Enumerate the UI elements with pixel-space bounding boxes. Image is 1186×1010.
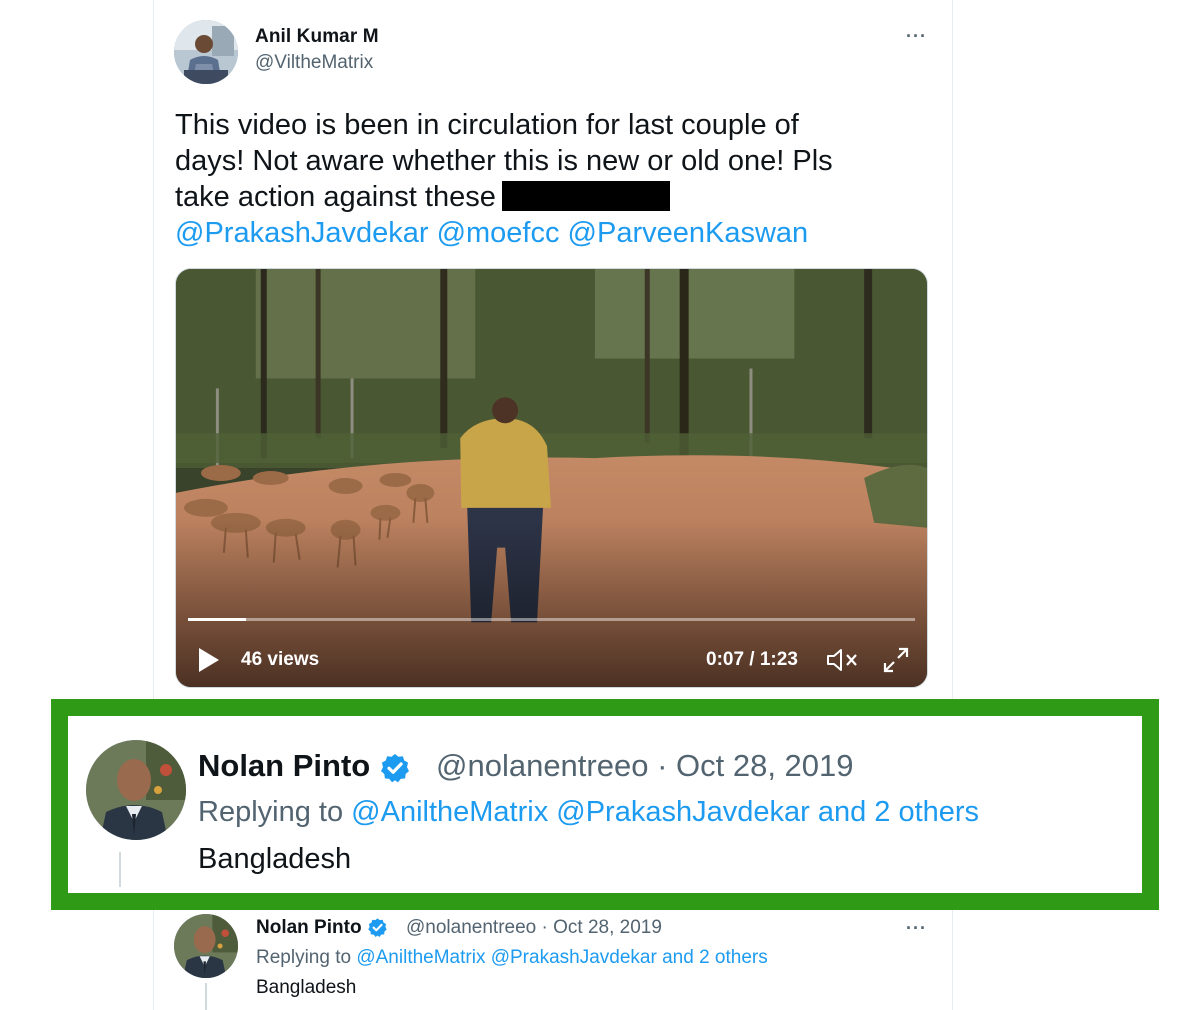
tweet-text-fragment: take action against these	[175, 181, 496, 213]
reply-avatar-image	[86, 740, 186, 840]
author-avatar-image	[174, 20, 238, 84]
verified-icon	[368, 918, 387, 938]
reply-avatar-image	[174, 914, 238, 978]
video-time: 0:07 / 1:23	[706, 649, 798, 670]
redaction-box	[501, 181, 670, 211]
replying-to: Replying to @AniltheMatrix @PrakashJavde…	[198, 796, 979, 829]
replying-to: Replying to @AniltheMatrix @PrakashJavde…	[256, 947, 768, 969]
reply-text: Bangladesh	[256, 977, 357, 998]
mention-link[interactable]: @PrakashJavdekar	[175, 217, 429, 249]
reply-author-name-text: Nolan Pinto	[198, 748, 371, 783]
replying-to-prefix: Replying to	[256, 947, 352, 968]
reply-tweet[interactable]: Nolan Pinto @nolanentreeo · Oct 28, 2019…	[154, 910, 952, 1010]
reply-author-name-text: Nolan Pinto	[256, 917, 362, 938]
reply-avatar[interactable]	[174, 914, 238, 978]
reply-handle-date[interactable]: @nolanentreeo · Oct 28, 2019	[436, 748, 854, 784]
play-icon[interactable]	[198, 647, 220, 673]
reply-author-name[interactable]: Nolan Pinto	[256, 917, 388, 939]
reply-avatar[interactable]	[86, 740, 186, 840]
more-icon[interactable]: ···	[906, 26, 927, 47]
reply-handle-date[interactable]: @nolanentreeo · Oct 28, 2019	[406, 917, 662, 939]
reply-text: Bangladesh	[198, 843, 352, 875]
video-frame	[176, 269, 927, 687]
highlighted-reply[interactable]: Nolan Pinto @nolanentreeo · Oct 28, 2019…	[68, 716, 1142, 893]
highlight-frame: Nolan Pinto @nolanentreeo · Oct 28, 2019…	[51, 699, 1159, 910]
author-handle[interactable]: @ViltheMatrix	[255, 52, 373, 74]
video-progress-bar[interactable]	[188, 618, 915, 621]
verified-icon	[380, 753, 409, 783]
reply-author-name[interactable]: Nolan Pinto	[198, 748, 411, 784]
thread-line	[205, 983, 207, 1010]
replying-to-prefix: Replying to	[198, 796, 344, 828]
author-avatar[interactable]	[174, 20, 238, 84]
video-views: 46 views	[241, 649, 320, 670]
replying-to-mentions[interactable]: @AniltheMatrix @PrakashJavdekar and 2 ot…	[351, 796, 979, 828]
thread-line	[119, 852, 121, 887]
video-player[interactable]: 46 views 0:07 / 1:23	[175, 268, 928, 688]
mention-link[interactable]: @moefcc	[437, 217, 560, 249]
tweet-text-line: take action against these	[175, 179, 915, 215]
tweet-text: This video is been in circulation for la…	[175, 107, 915, 251]
tweet-text-line: This video is been in circulation for la…	[175, 109, 799, 141]
more-icon[interactable]: ···	[906, 918, 927, 939]
author-name[interactable]: Anil Kumar M	[255, 26, 379, 48]
main-tweet[interactable]: Anil Kumar M @ViltheMatrix ··· This vide…	[154, 0, 952, 700]
tweet-text-line: days! Not aware whether this is new or o…	[175, 145, 833, 177]
mention-link[interactable]: @ParveenKaswan	[568, 217, 809, 249]
expand-icon[interactable]	[882, 646, 910, 674]
tweet-mentions: @PrakashJavdekar @moefcc @ParveenKaswan	[175, 215, 915, 251]
replying-to-mentions[interactable]: @AniltheMatrix @PrakashJavdekar and 2 ot…	[356, 947, 767, 968]
video-progress-fill	[188, 618, 247, 621]
mute-icon[interactable]	[826, 646, 860, 674]
